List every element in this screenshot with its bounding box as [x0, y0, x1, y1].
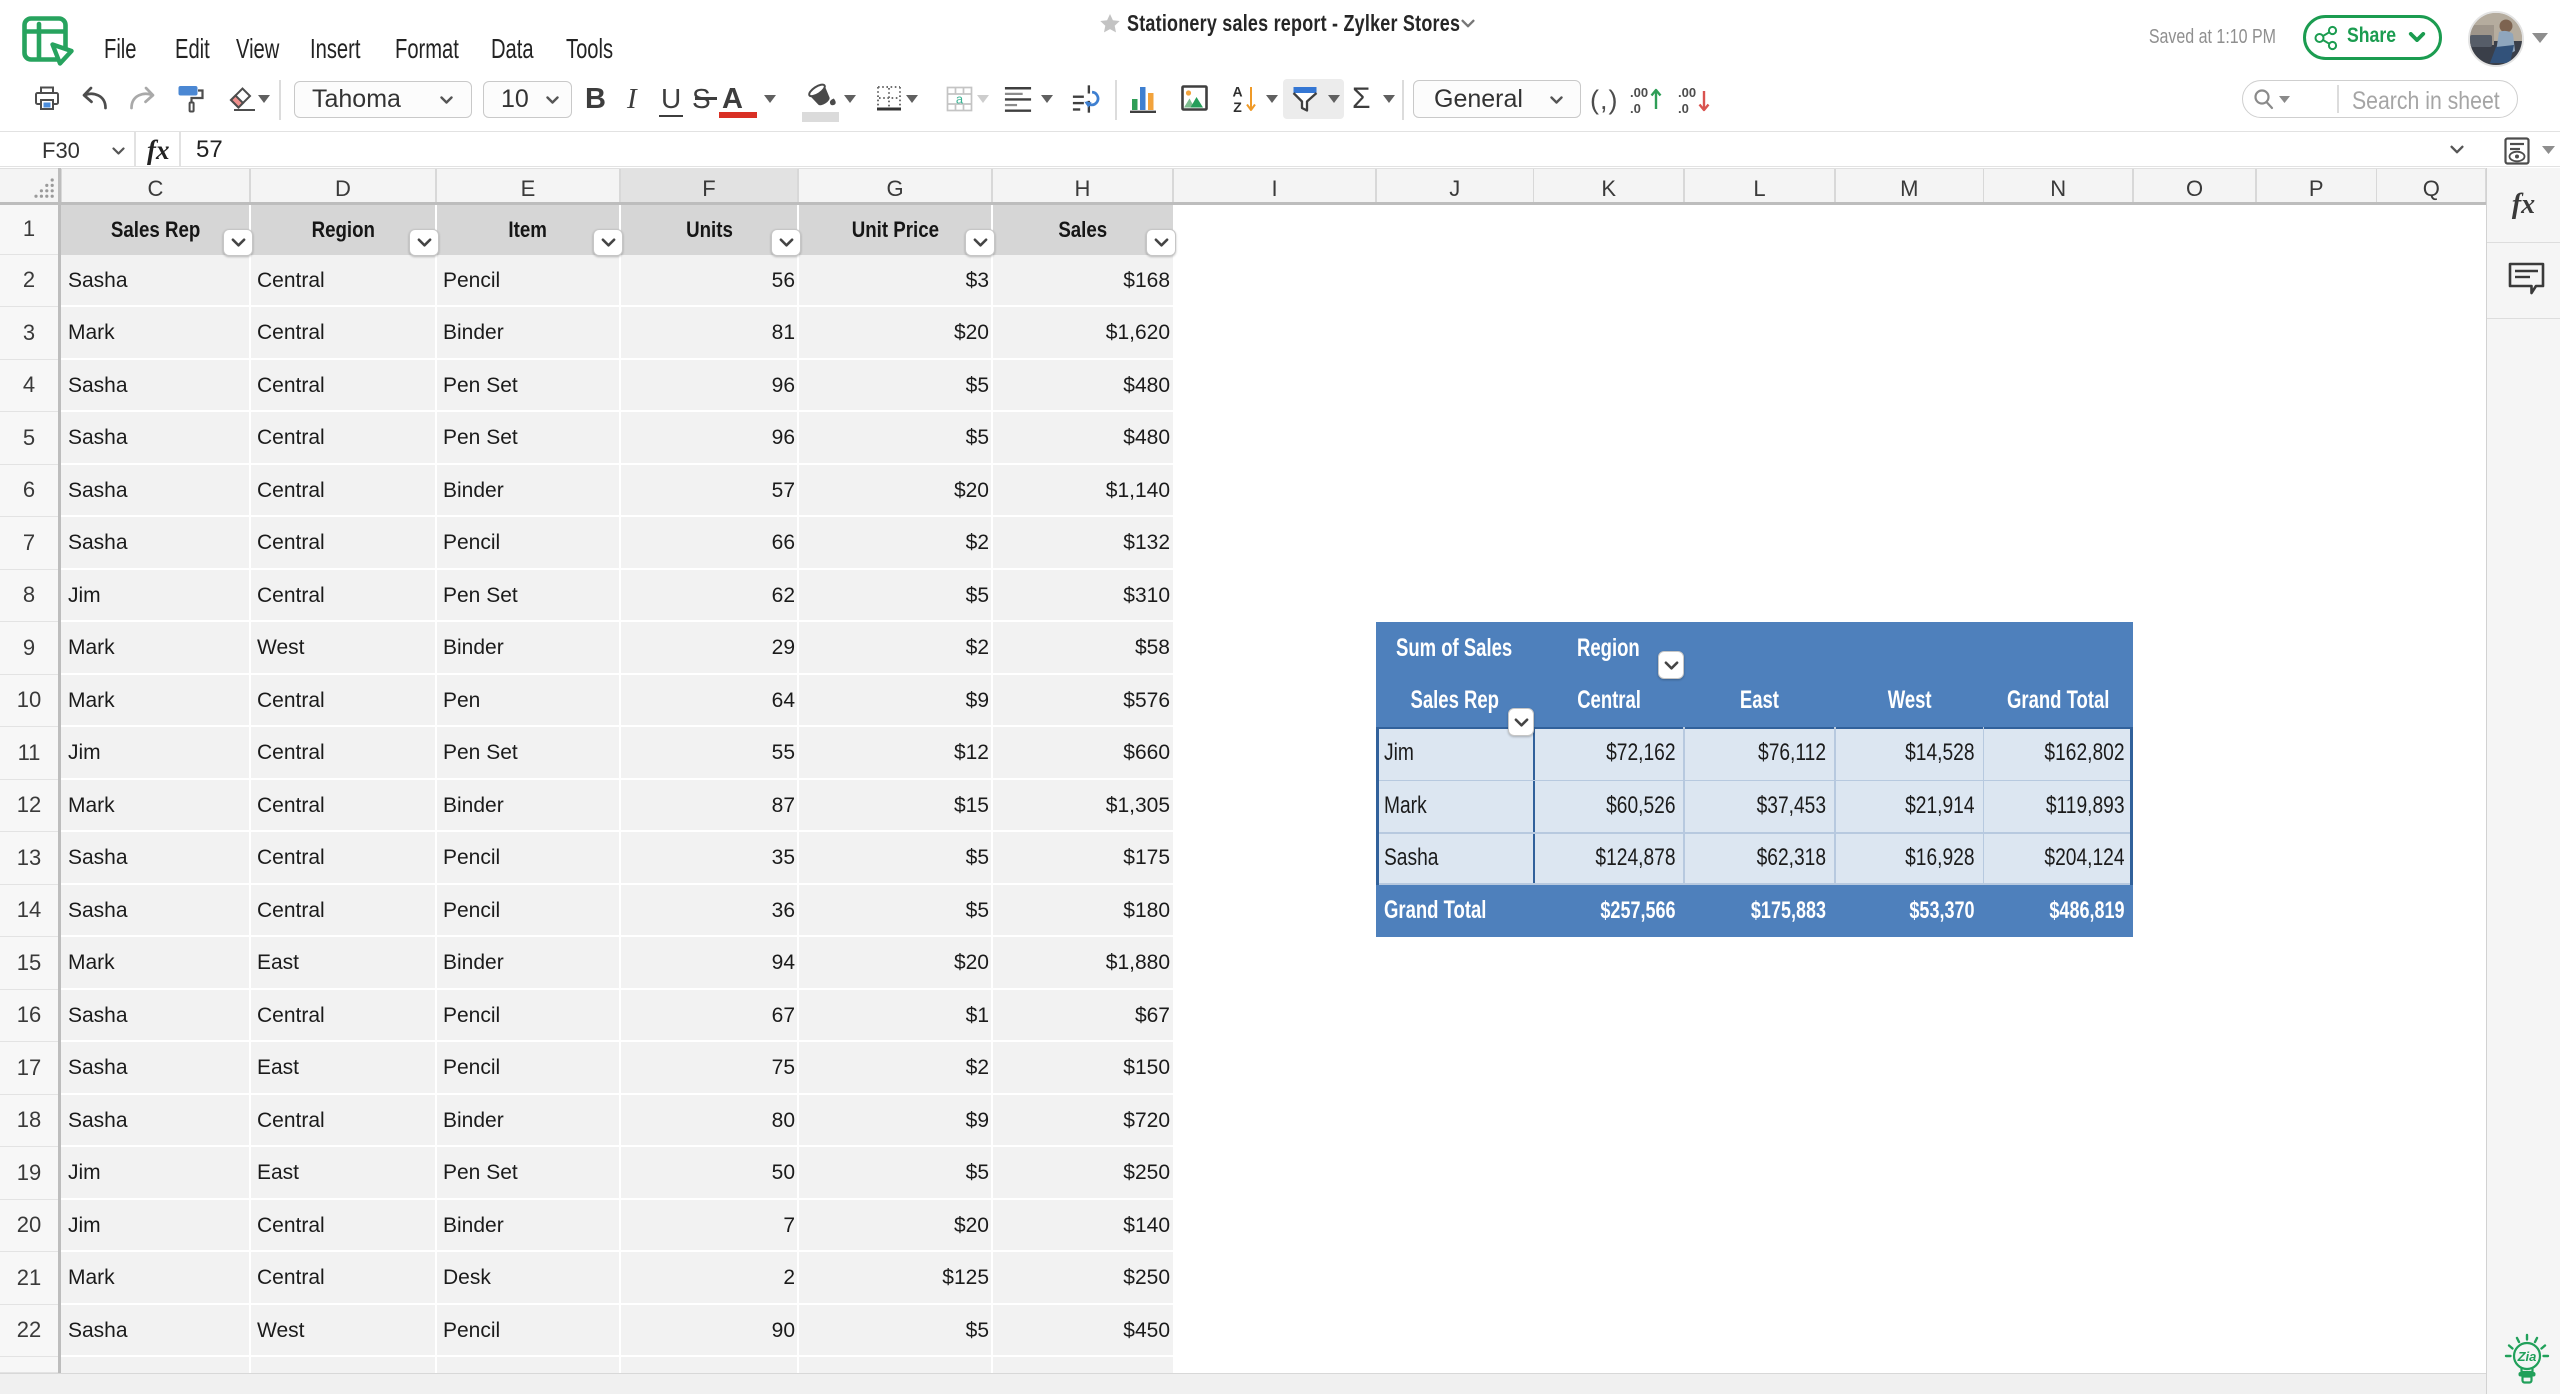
svg-text:.0: .0 — [1678, 101, 1689, 115]
svg-text:Zia: Zia — [2517, 1349, 2537, 1364]
svg-text:.0: .0 — [1630, 101, 1641, 115]
svg-text:.00: .00 — [1678, 85, 1696, 100]
svg-text:A: A — [1232, 84, 1242, 100]
svg-text:Z: Z — [1233, 99, 1242, 114]
svg-text:.00: .00 — [1630, 85, 1648, 100]
svg-text:a: a — [956, 91, 964, 106]
